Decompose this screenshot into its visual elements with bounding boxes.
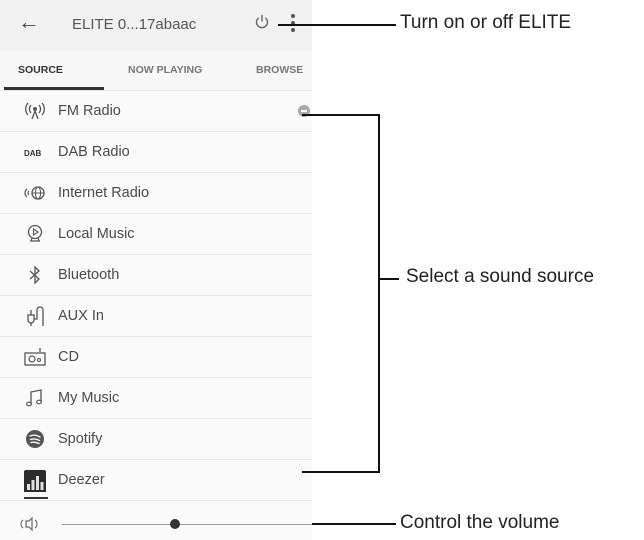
volume-slider-track[interactable]: [62, 524, 312, 525]
source-list: FM Radio DAB DAB Radio Internet Radio Lo…: [0, 91, 312, 501]
tab-browse[interactable]: BROWSE: [256, 64, 303, 76]
volume-bar: [0, 506, 312, 540]
source-label: Bluetooth: [58, 267, 120, 283]
tab-now-playing[interactable]: NOW PLAYING: [128, 64, 202, 76]
callout-line-source: [379, 278, 399, 280]
active-tab-indicator: [4, 87, 104, 90]
tab-bar: SOURCE NOW PLAYING BROWSE: [0, 50, 312, 91]
aux-icon: [27, 306, 44, 326]
callout-line-volume: [312, 523, 396, 525]
internet-radio-icon: [24, 186, 45, 200]
fm-radio-icon: [25, 102, 45, 120]
cd-icon: [24, 348, 46, 366]
source-label: Spotify: [58, 431, 103, 447]
callout-volume: Control the volume: [400, 512, 560, 533]
source-item-aux-in[interactable]: AUX In: [0, 296, 312, 337]
bluetooth-icon: [29, 265, 40, 285]
svg-text:DAB: DAB: [24, 149, 42, 158]
source-label: DAB Radio: [58, 144, 130, 160]
volume-slider-thumb[interactable]: [169, 519, 180, 529]
music-note-icon: [26, 389, 42, 407]
deezer-icon: [24, 470, 46, 492]
source-label: Internet Radio: [58, 185, 150, 201]
callout-source: Select a sound source: [406, 266, 595, 287]
source-item-bluetooth[interactable]: Bluetooth: [0, 255, 312, 296]
source-item-internet-radio[interactable]: Internet Radio: [0, 173, 312, 214]
source-label: Deezer: [58, 472, 105, 488]
app-screen: ← ELITE 0...17abaac SOURCE NOW PLAYING B…: [0, 0, 312, 540]
source-item-local-music[interactable]: Local Music: [0, 214, 312, 255]
app-bar: ← ELITE 0...17abaac: [0, 0, 312, 50]
callout-power: Turn on or off ELITE: [400, 12, 572, 33]
callout-line-power: [278, 24, 396, 26]
source-item-spotify[interactable]: Spotify: [0, 419, 312, 460]
source-label: Local Music: [58, 226, 135, 242]
source-label: AUX In: [58, 308, 104, 324]
source-item-dab-radio[interactable]: DAB DAB Radio: [0, 132, 312, 173]
local-music-icon: [27, 224, 43, 242]
spotify-icon: [26, 430, 44, 448]
source-item-my-music[interactable]: My Music: [0, 378, 312, 419]
tab-source[interactable]: SOURCE: [18, 64, 63, 76]
source-label: FM Radio: [58, 103, 121, 119]
callout-line-source-bottom: [302, 471, 380, 473]
next-item-icon-partial: [24, 497, 48, 499]
power-icon[interactable]: [253, 13, 271, 31]
source-label: My Music: [58, 390, 120, 406]
speaker-icon[interactable]: [18, 515, 40, 533]
device-title: ELITE 0...17abaac: [72, 16, 197, 33]
source-label: CD: [58, 349, 79, 365]
callout-line-source-top: [302, 114, 380, 116]
back-arrow-icon[interactable]: ←: [18, 9, 40, 35]
source-item-deezer[interactable]: Deezer: [0, 460, 312, 501]
source-item-cd[interactable]: CD: [0, 337, 312, 378]
dab-icon: DAB: [24, 149, 42, 158]
callout-bracket: [378, 114, 380, 472]
source-item-fm-radio[interactable]: FM Radio: [0, 91, 312, 132]
